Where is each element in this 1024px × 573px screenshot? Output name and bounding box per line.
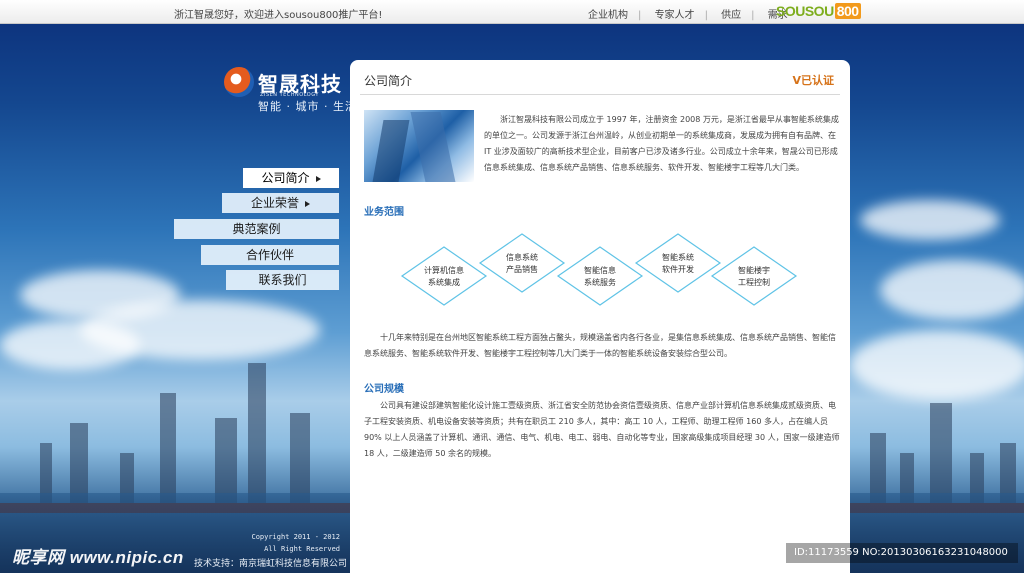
business-item-line2: 系统集成 xyxy=(428,278,460,287)
menu-item-company-profile[interactable]: 公司简介 xyxy=(243,168,339,188)
arrow-right-icon xyxy=(305,200,310,207)
copyright-line1: Copyright 2011 - 2012 xyxy=(251,533,340,541)
menu-item-honors[interactable]: 企业荣誉 xyxy=(222,193,339,213)
business-item-line1: 智能信息 xyxy=(584,266,616,275)
business-item-line1: 智能系统 xyxy=(662,253,694,262)
business-description: 十几年来特别是在台州地区智能系统工程方面独占鳌头，规模涵盖省内各行各业，是集信息… xyxy=(364,333,836,358)
company-intro-text: 浙江智晟科技有限公司成立于 1997 年，注册资金 2008 万元，是浙江省最早… xyxy=(484,115,839,172)
arrow-right-icon xyxy=(315,175,321,182)
scale-description: 公司具有建设部建筑智能化设计施工壹级资质、浙江省安全防范协会资信壹级资质、信息产… xyxy=(364,401,840,458)
watermark-left: 昵享网 www.nipic.cn xyxy=(12,548,184,567)
top-nav: 企业机构 | 专家人才 | 供应 | 需求 xyxy=(588,10,788,21)
business-item-line1: 计算机信息 xyxy=(424,266,464,275)
cloud xyxy=(860,200,1000,240)
business-item: 智能信息 系统服务 xyxy=(556,245,644,307)
business-item-line1: 信息系统 xyxy=(506,253,538,262)
top-bar: 浙江智晟您好，欢迎进入sousou800推广平台! 企业机构 | 专家人才 | 供应… xyxy=(0,0,1024,24)
business-item-line2: 产品销售 xyxy=(506,265,538,274)
verified-badge: V已认证 xyxy=(792,74,834,87)
nav-link-supply[interactable]: 供应 xyxy=(721,10,741,21)
brand-logo-number: 800 xyxy=(834,3,861,19)
cloud xyxy=(850,330,1024,400)
brand-logo-text: SOUSOU xyxy=(776,3,834,19)
company-logo-icon xyxy=(224,67,254,97)
welcome-text: 浙江智晟您好，欢迎进入sousou800推广平台! xyxy=(174,10,383,21)
content-panel: 公司简介 V已认证 浙江智晟科技有限公司成立于 1997 年，注册资金 2008… xyxy=(350,60,850,573)
brand-logo[interactable]: SOUSOU 800 xyxy=(776,3,861,20)
page-title: 公司简介 xyxy=(364,74,413,88)
menu-item-label: 合作伙伴 xyxy=(245,248,294,262)
company-tagline: 智能 · 城市 · 生活 xyxy=(258,100,357,113)
tech-support: 技术支持：南京瑞虹科技信息有限公司 xyxy=(194,559,348,569)
menu-item-label: 公司简介 xyxy=(261,171,310,185)
watermark-id: ID:11173559 NO:20130306163231048000 xyxy=(786,543,1018,563)
copyright: Copyright 2011 - 2012 All Right Reserved xyxy=(250,531,340,555)
business-item-line2: 工程控制 xyxy=(738,278,770,287)
nav-link-institutions[interactable]: 企业机构 xyxy=(588,10,628,21)
copyright-line2: All Right Reserved xyxy=(264,545,340,553)
menu-item-partners[interactable]: 合作伙伴 xyxy=(201,245,339,265)
building-photo xyxy=(364,110,474,182)
business-item-line2: 系统服务 xyxy=(584,278,616,287)
business-item: 计算机信息 系统集成 xyxy=(400,245,488,307)
business-item: 信息系统 产品销售 xyxy=(478,232,566,294)
menu-item-label: 企业荣誉 xyxy=(250,196,299,210)
section-title-business: 业务范围 xyxy=(364,207,404,218)
divider xyxy=(360,94,840,95)
business-item-line2: 软件开发 xyxy=(662,265,694,274)
business-item-line1: 智能楼宇 xyxy=(738,266,770,275)
menu-item-label: 联系我们 xyxy=(258,273,307,287)
nav-link-experts[interactable]: 专家人才 xyxy=(655,10,695,21)
cloud xyxy=(880,260,1024,320)
section-title-scale: 公司规模 xyxy=(364,384,404,395)
business-item: 智能系统 软件开发 xyxy=(634,232,722,294)
menu-item-contact[interactable]: 联系我们 xyxy=(226,270,339,290)
cloud xyxy=(0,320,140,370)
business-item: 智能楼宇 工程控制 xyxy=(710,245,798,307)
building xyxy=(248,363,266,513)
menu-item-label: 典范案例 xyxy=(232,222,281,236)
menu-item-cases[interactable]: 典范案例 xyxy=(174,219,339,239)
